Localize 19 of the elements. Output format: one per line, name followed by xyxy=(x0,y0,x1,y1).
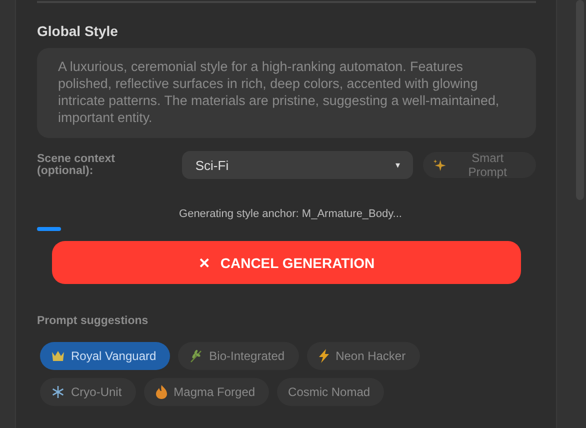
leaf-sprig-icon xyxy=(189,349,204,363)
suggestion-chip[interactable]: Bio-Integrated xyxy=(178,342,299,370)
style-description-field[interactable]: A luxurious, ceremonial style for a high-ranking automaton. Features polished, reflective surfaces in rich, deep colors, accented with glowing intricate patterns. The materials are pristine, suggesting a well-maintained, important entity. xyxy=(37,48,536,138)
section-label: Prompt suggestions xyxy=(37,315,150,327)
scene-context-label: Scene context (optional): xyxy=(37,153,116,177)
suggestion-chip[interactable]: Cryo-Unit xyxy=(40,378,136,406)
suggestion-chip[interactable]: Royal Vanguard xyxy=(40,342,170,370)
section-title: Global Style xyxy=(37,23,119,39)
sparkle-icon xyxy=(433,158,446,172)
cancel-generation-button[interactable]: ✕ CANCEL GENERATION xyxy=(52,241,521,284)
scene-context-dropdown[interactable]: Sci-Fi ▾ xyxy=(182,151,414,179)
suggestion-chip[interactable]: Neon Hacker xyxy=(306,342,420,370)
crown-icon xyxy=(51,349,65,363)
progress-status: Generating style anchor: M_Armature_Body... xyxy=(178,208,403,220)
suggestion-chip[interactable]: Magma Forged xyxy=(144,378,270,406)
suggestion-chip[interactable]: Cosmic Nomad xyxy=(277,378,384,406)
flame-icon xyxy=(154,385,168,399)
snowflake-icon xyxy=(51,385,65,399)
lightning-icon xyxy=(318,349,330,363)
